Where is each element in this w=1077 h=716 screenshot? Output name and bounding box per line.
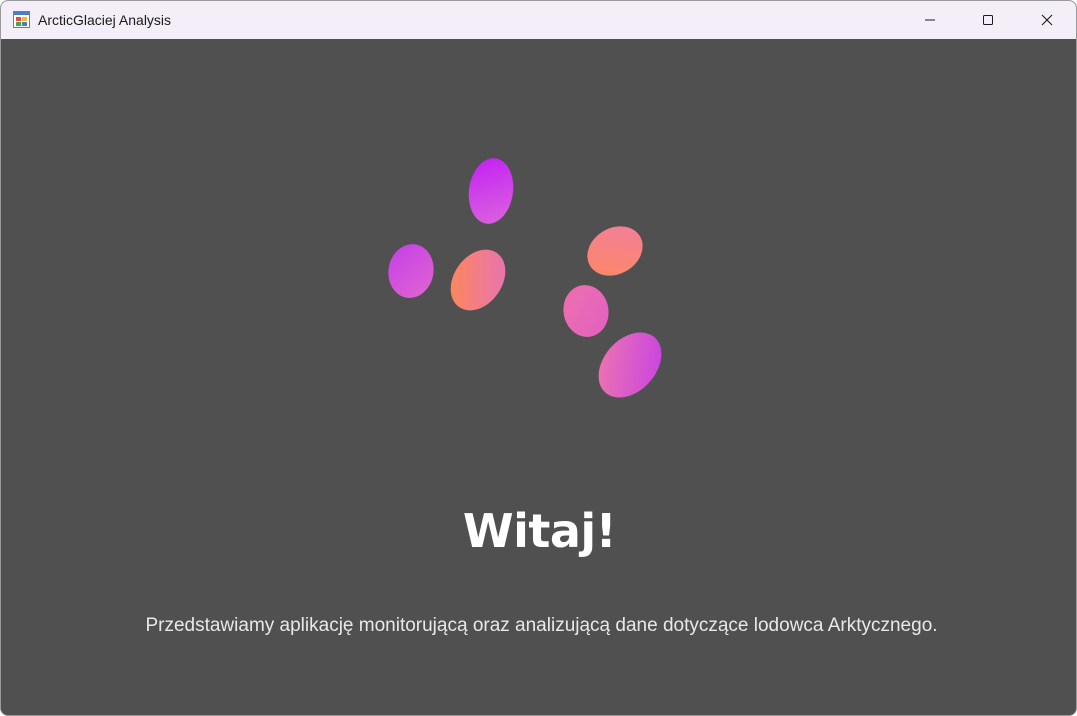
blob-4 — [587, 226, 643, 276]
welcome-heading: Witaj! — [462, 504, 617, 558]
loading-blobs-icon — [388, 158, 662, 398]
close-icon — [1041, 14, 1053, 26]
minimize-button[interactable] — [901, 1, 959, 39]
minimize-icon — [925, 19, 935, 21]
main-content: Witaj! Przedstawiamy aplikację monitoruj… — [1, 39, 1076, 715]
blob-5 — [563, 285, 609, 337]
blob-2 — [388, 244, 434, 298]
blob-6 — [598, 332, 662, 398]
window-title: ArcticGlaciej Analysis — [38, 12, 172, 28]
maximize-button[interactable] — [959, 1, 1017, 39]
blob-3 — [450, 249, 506, 311]
maximize-icon — [983, 15, 993, 25]
app-icon — [13, 11, 30, 28]
blob-1 — [468, 158, 514, 224]
title-bar[interactable]: ArcticGlaciej Analysis — [1, 1, 1076, 39]
close-button[interactable] — [1018, 1, 1076, 39]
app-window: ArcticGlaciej Analysis Witaj! Przedstawi… — [0, 0, 1077, 716]
app-description: Przedstawiamy aplikację monitorującą ora… — [145, 615, 938, 636]
